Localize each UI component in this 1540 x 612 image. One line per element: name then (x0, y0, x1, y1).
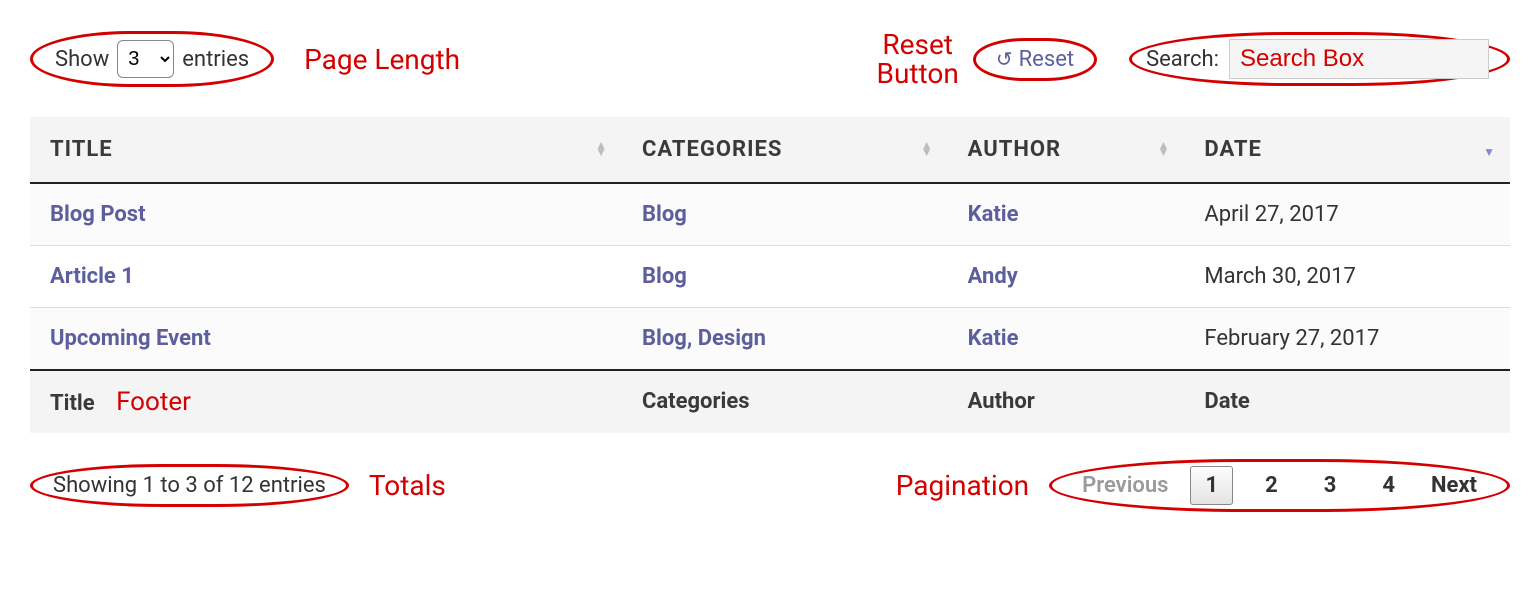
table-row: Article 1 Blog Andy March 30, 2017 (30, 245, 1510, 307)
data-table: TITLE ▲▼ CATEGORIES ▲▼ AUTHOR ▲▼ DATE ▲▼… (30, 117, 1510, 433)
pagination: Previous 1 2 3 4 Next (1049, 459, 1510, 512)
sort-icon: ▲▼ (595, 142, 608, 156)
reset-button-label: Reset (1019, 47, 1074, 72)
reset-button[interactable]: ↺ Reset (973, 38, 1097, 81)
footer-col-author: Author (948, 370, 1185, 433)
bottom-row: Showing 1 to 3 of 12 entries Totals Pagi… (30, 459, 1510, 512)
col-header-title[interactable]: TITLE ▲▼ (30, 117, 622, 183)
annotation-page-length: Page Length (304, 43, 460, 76)
pagination-page-1[interactable]: 1 (1190, 466, 1233, 505)
cell-date: February 27, 2017 (1204, 326, 1379, 351)
pagination-next[interactable]: Next (1427, 467, 1481, 504)
annotation-pagination: Pagination (896, 469, 1029, 502)
cell-categories[interactable]: Blog (642, 202, 687, 227)
cell-title[interactable]: Article 1 (50, 264, 134, 289)
cell-title[interactable]: Blog Post (50, 202, 146, 227)
footer-col-date: Date (1184, 370, 1510, 433)
page-length-select[interactable]: 3 10 25 50 (117, 40, 174, 78)
cell-date: April 27, 2017 (1204, 202, 1338, 227)
cell-categories[interactable]: Blog, Design (642, 326, 766, 351)
footer-col-categories: Categories (622, 370, 948, 433)
table-footer-row: Title Footer Categories Author Date (30, 370, 1510, 433)
reset-icon: ↺ (996, 47, 1013, 71)
col-header-date[interactable]: DATE ▲▼ (1184, 117, 1510, 183)
annotation-totals: Totals (369, 469, 446, 502)
cell-date: March 30, 2017 (1204, 264, 1356, 289)
cell-author[interactable]: Katie (968, 326, 1019, 351)
pagination-page-3[interactable]: 3 (1310, 467, 1351, 504)
footer-col-title: Title Footer (30, 370, 622, 433)
cell-categories[interactable]: Blog (642, 264, 687, 289)
search-control: Search: (1129, 32, 1510, 86)
table-row: Blog Post Blog Katie April 27, 2017 (30, 183, 1510, 246)
sort-desc-icon: ▲▼ (1483, 142, 1496, 156)
cell-author[interactable]: Katie (968, 202, 1019, 227)
table-info: Showing 1 to 3 of 12 entries (30, 464, 349, 507)
pagination-previous[interactable]: Previous (1078, 467, 1172, 504)
search-label: Search: (1146, 47, 1219, 72)
cell-title[interactable]: Upcoming Event (50, 326, 211, 351)
pagination-page-2[interactable]: 2 (1251, 467, 1292, 504)
annotation-reset-button: Reset Button (877, 30, 959, 89)
page-length-control: Show 3 10 25 50 entries (30, 31, 274, 87)
entries-label: entries (182, 47, 249, 72)
controls-row: Show 3 10 25 50 entries Page Length Rese… (30, 30, 1510, 89)
table-row: Upcoming Event Blog, Design Katie Februa… (30, 307, 1510, 370)
show-label: Show (55, 47, 109, 72)
sort-icon: ▲▼ (921, 142, 934, 156)
sort-icon: ▲▼ (1158, 142, 1171, 156)
col-header-categories[interactable]: CATEGORIES ▲▼ (622, 117, 948, 183)
pagination-page-4[interactable]: 4 (1368, 467, 1409, 504)
cell-author[interactable]: Andy (968, 264, 1018, 289)
search-input[interactable] (1229, 39, 1489, 79)
col-header-author[interactable]: AUTHOR ▲▼ (948, 117, 1185, 183)
annotation-footer: Footer (116, 387, 191, 417)
